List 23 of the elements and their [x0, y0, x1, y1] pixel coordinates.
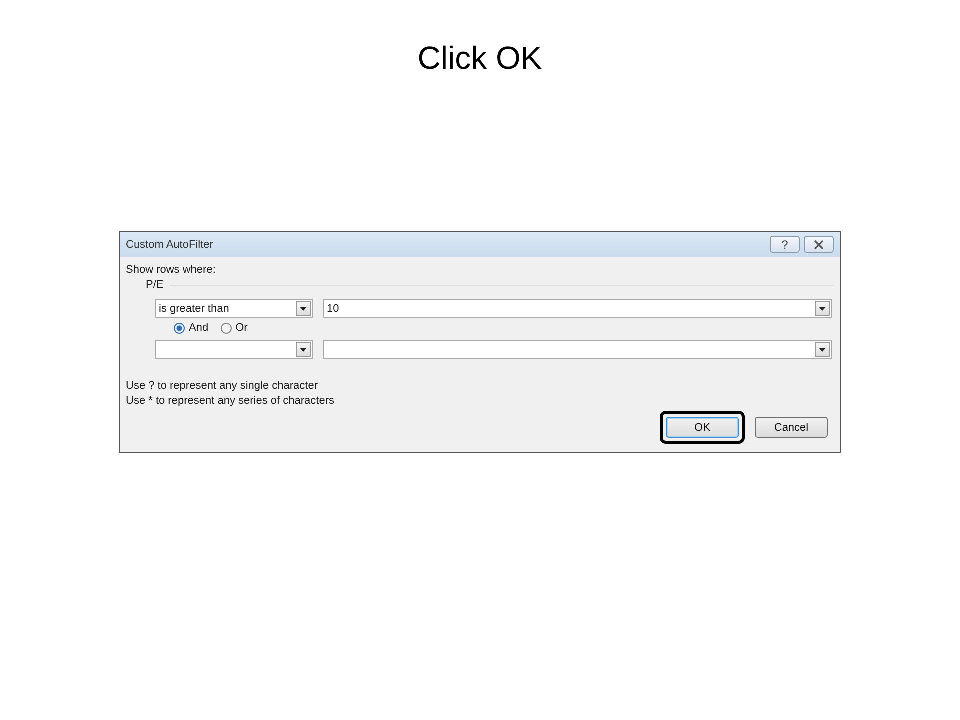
radio-label: And	[189, 322, 209, 334]
hint-text: Use ? to represent any single character	[126, 379, 319, 394]
window-title: Custom AutoFilter	[126, 238, 214, 250]
hint-text: Use * to represent any series of characters	[126, 394, 336, 409]
radio-option[interactable]: Or	[220, 322, 248, 334]
radio-button[interactable]	[174, 322, 185, 334]
dialog-button[interactable]: OK	[666, 417, 739, 438]
radio-option[interactable]: And	[174, 322, 209, 334]
criteria-value: 10	[327, 302, 340, 314]
value-dropdown[interactable]: 10	[323, 299, 832, 318]
radio-button[interactable]	[220, 322, 232, 334]
operator-value: is greater than	[159, 302, 230, 314]
close-button[interactable]	[804, 236, 834, 253]
close-icon	[813, 240, 825, 250]
field-label: P/E	[146, 278, 164, 293]
slide-title: Click OK	[418, 40, 542, 77]
prompt-label: Show rows where:	[126, 263, 217, 278]
operator-dropdown[interactable]	[155, 340, 313, 359]
value-dropdown[interactable]	[323, 340, 832, 359]
help-button[interactable]: ?	[770, 236, 800, 253]
operator-dropdown[interactable]: is greater than	[155, 299, 313, 318]
radio-label: Or	[236, 322, 248, 334]
dialog-button[interactable]: Cancel	[755, 417, 828, 438]
